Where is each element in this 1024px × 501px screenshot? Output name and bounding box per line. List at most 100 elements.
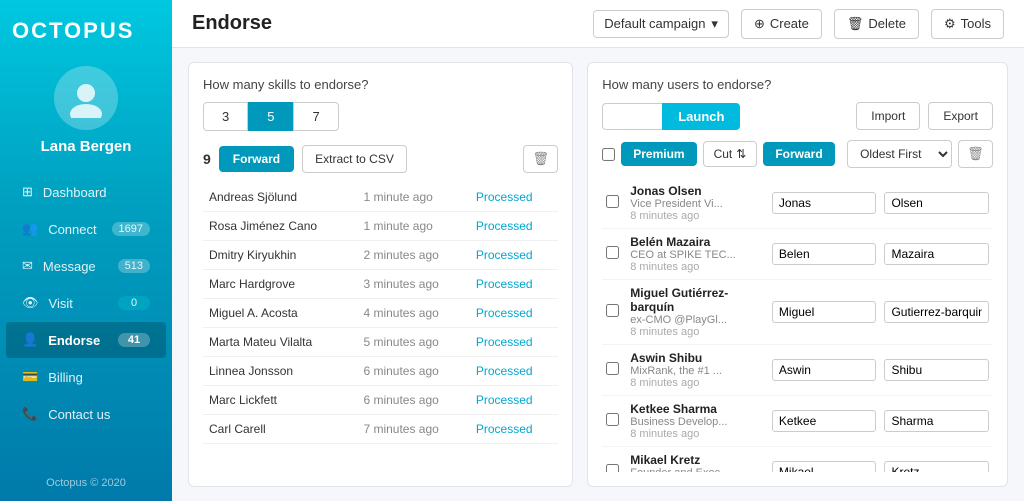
- user-checkbox[interactable]: [606, 246, 619, 259]
- avatar: [54, 66, 118, 130]
- sidebar-item-contact[interactable]: 📞Contact us: [6, 396, 166, 432]
- delete-users-button[interactable]: 🗑: [958, 140, 993, 168]
- create-button[interactable]: ⊕ Create: [741, 9, 822, 39]
- table-row: Marc Hardgrove 3 minutes ago Processed: [203, 270, 558, 299]
- user-last-cell: [880, 396, 993, 447]
- user-first-input[interactable]: [772, 410, 877, 432]
- user-last-input[interactable]: [884, 461, 989, 472]
- export-button[interactable]: Export: [928, 102, 993, 130]
- endorse-table: Andreas Sjölund 1 minute ago Processed R…: [203, 183, 558, 444]
- delete-button[interactable]: 🗑 Delete: [834, 9, 919, 39]
- endorse-status[interactable]: Processed: [470, 270, 558, 299]
- user-last-input[interactable]: [884, 359, 989, 381]
- endorse-status[interactable]: Processed: [470, 386, 558, 415]
- user-checkbox-cell: [602, 345, 626, 396]
- user-first-cell: [768, 396, 881, 447]
- left-action-bar: 9 Forward Extract to CSV 🗑: [203, 145, 558, 173]
- user-checkbox[interactable]: [606, 464, 619, 472]
- tools-button[interactable]: ⚙ Tools: [931, 9, 1004, 39]
- user-info: Jonas Olsen Vice President Vi... 8 minut…: [626, 178, 768, 229]
- cut-button[interactable]: Cut ⇅: [703, 141, 758, 167]
- user-checkbox[interactable]: [606, 362, 619, 375]
- user-sub: ex-CMO @PlayGl...: [630, 314, 764, 326]
- endorse-name: Marc Lickfett: [203, 386, 357, 415]
- avatar-area: Lana Bergen: [0, 56, 172, 169]
- filter-bar: Premium Cut ⇅ Forward Oldest FirstNewest…: [602, 140, 993, 168]
- user-checkbox[interactable]: [606, 304, 619, 317]
- nav-badge: 1697: [112, 222, 150, 236]
- chevron-down-icon: ▾: [711, 16, 718, 32]
- user-checkbox-cell: [602, 229, 626, 280]
- trash-icon: 🗑: [847, 16, 864, 32]
- list-item: Mikael Kretz Founder and Exec... 8 minut…: [602, 447, 993, 473]
- trash-icon: 🗑: [532, 151, 549, 167]
- endorse-status[interactable]: Processed: [470, 299, 558, 328]
- launch-button[interactable]: Launch: [662, 103, 740, 130]
- sidebar-item-message[interactable]: ✉Message513: [6, 248, 166, 284]
- sidebar-item-endorse[interactable]: 👤Endorse41: [6, 322, 166, 358]
- sidebar-item-label: Message: [43, 259, 96, 274]
- endorse-status[interactable]: Processed: [470, 183, 558, 212]
- user-last-input[interactable]: [884, 192, 989, 214]
- user-checkbox[interactable]: [606, 195, 619, 208]
- skill-btn-7[interactable]: 7: [293, 102, 338, 131]
- avatar-icon: [66, 78, 106, 118]
- endorse-name: Linnea Jonsson: [203, 357, 357, 386]
- sidebar-item-dashboard[interactable]: ⊞Dashboard: [6, 174, 166, 210]
- skill-btn-5[interactable]: 5: [248, 102, 293, 131]
- user-time: 8 minutes ago: [630, 261, 764, 273]
- user-name: Jonas Olsen: [630, 184, 764, 198]
- billing-icon: 💳: [22, 369, 38, 385]
- sidebar-item-billing[interactable]: 💳Billing: [6, 359, 166, 395]
- endorse-name: Andreas Sjölund: [203, 183, 357, 212]
- user-last-input[interactable]: [884, 301, 989, 323]
- endorse-time: 6 minutes ago: [357, 386, 469, 415]
- user-first-input[interactable]: [772, 243, 877, 265]
- user-first-cell: [768, 345, 881, 396]
- endorse-name: Dmitry Kiryukhin: [203, 241, 357, 270]
- select-all-checkbox[interactable]: [602, 148, 615, 161]
- nav-badge: 0: [118, 296, 150, 310]
- user-first-input[interactable]: [772, 359, 877, 381]
- endorse-time: 1 minute ago: [357, 183, 469, 212]
- launch-input[interactable]: [602, 103, 662, 130]
- endorse-status[interactable]: Processed: [470, 328, 558, 357]
- user-first-input[interactable]: [772, 301, 877, 323]
- user-last-input[interactable]: [884, 410, 989, 432]
- extract-csv-button[interactable]: Extract to CSV: [302, 145, 407, 173]
- list-item: Ketkee Sharma Business Develop... 8 minu…: [602, 396, 993, 447]
- left-panel: How many skills to endorse? 357 9 Forwar…: [188, 62, 573, 487]
- user-last-input[interactable]: [884, 243, 989, 265]
- endorse-status[interactable]: Processed: [470, 212, 558, 241]
- skill-btn-3[interactable]: 3: [203, 102, 248, 131]
- user-first-input[interactable]: [772, 461, 877, 472]
- table-row: Carl Carell 7 minutes ago Processed: [203, 415, 558, 444]
- nav-badge: 41: [118, 333, 150, 347]
- user-info: Ketkee Sharma Business Develop... 8 minu…: [626, 396, 768, 447]
- endorse-status[interactable]: Processed: [470, 357, 558, 386]
- user-time: 8 minutes ago: [630, 326, 764, 338]
- table-row: Dmitry Kiryukhin 2 minutes ago Processed: [203, 241, 558, 270]
- sidebar-item-connect[interactable]: 👥Connect1697: [6, 211, 166, 247]
- user-first-input[interactable]: [772, 192, 877, 214]
- endorse-time: 5 minutes ago: [357, 328, 469, 357]
- user-first-cell: [768, 280, 881, 345]
- sidebar: OCTOPUS Lana Bergen ⊞Dashboard👥Connect16…: [0, 0, 172, 501]
- skills-label: How many skills to endorse?: [203, 77, 558, 92]
- delete-rows-button[interactable]: 🗑: [523, 145, 558, 173]
- sidebar-item-visit[interactable]: 👁Visit0: [6, 285, 166, 321]
- endorse-status[interactable]: Processed: [470, 415, 558, 444]
- premium-filter-button[interactable]: Premium: [621, 142, 696, 166]
- endorse-time: 4 minutes ago: [357, 299, 469, 328]
- table-row: Marc Lickfett 6 minutes ago Processed: [203, 386, 558, 415]
- sort-arrows-icon: ⇅: [736, 147, 746, 161]
- import-button[interactable]: Import: [856, 102, 920, 130]
- sort-select[interactable]: Oldest FirstNewest First: [847, 140, 952, 168]
- right-forward-button[interactable]: Forward: [763, 142, 834, 166]
- user-name: Ketkee Sharma: [630, 402, 764, 416]
- user-checkbox[interactable]: [606, 413, 619, 426]
- campaign-select[interactable]: Default campaign ▾: [593, 10, 729, 38]
- message-icon: ✉: [22, 258, 33, 274]
- forward-button[interactable]: Forward: [219, 146, 294, 172]
- endorse-status[interactable]: Processed: [470, 241, 558, 270]
